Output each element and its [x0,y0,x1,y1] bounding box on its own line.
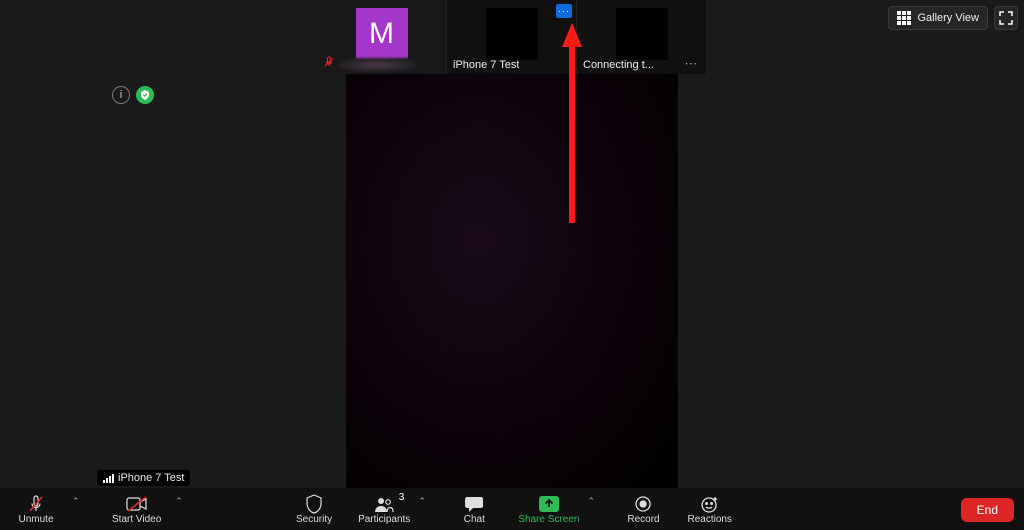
gallery-view-label: Gallery View [917,12,979,24]
thumbnail-label: Connecting t... [583,59,654,71]
security-label: Security [296,514,332,525]
active-speaker-video[interactable] [346,74,678,490]
unmute-button[interactable]: Unmute [14,494,58,525]
signal-icon [103,473,114,483]
video-off-placeholder [616,8,668,60]
thumbnail-participant-1[interactable]: M [317,0,447,74]
participants-button[interactable]: 3 Participants [358,494,410,525]
participant-name-redacted [337,58,417,72]
reactions-button[interactable]: Reactions [687,494,731,525]
reactions-icon [700,494,720,514]
participants-icon [373,494,395,514]
start-video-button[interactable]: Start Video [112,494,161,525]
unmute-label: Unmute [18,514,53,525]
active-speaker-name: iPhone 7 Test [118,472,184,484]
grid-icon [897,11,911,25]
meeting-toolbar: Unmute ⌃ Start Video ⌃ Security 3 Partic… [0,488,1024,530]
meeting-status-icons: i [112,86,154,104]
video-off-placeholder [486,8,538,60]
mic-muted-icon [26,494,46,514]
audio-options-caret[interactable]: ⌃ [72,496,82,507]
share-screen-button[interactable]: Share Screen [518,494,579,525]
camera-off-icon [126,494,148,514]
reactions-label: Reactions [687,514,731,525]
connecting-dots-icon: ∙∙∙ [685,56,698,70]
share-screen-icon [538,494,560,514]
chat-icon [464,494,484,514]
gallery-view-button[interactable]: Gallery View [888,6,988,30]
start-video-label: Start Video [112,514,161,525]
video-options-caret[interactable]: ⌃ [175,496,185,507]
chat-label: Chat [464,514,485,525]
fullscreen-icon [999,11,1013,25]
active-speaker-label: iPhone 7 Test [97,470,190,486]
participant-thumbnails: M ··· iPhone 7 Test Connecting t... ∙∙∙ [317,0,707,74]
thumbnail-more-menu[interactable]: ··· [556,4,572,18]
record-button[interactable]: Record [621,494,665,525]
participants-options-caret[interactable]: ⌃ [418,496,428,507]
participants-label: Participants [358,514,410,525]
end-meeting-button[interactable]: End [961,498,1014,522]
thumbnail-label: iPhone 7 Test [453,59,519,71]
avatar: M [356,8,408,60]
thumbnail-participant-2[interactable]: ··· iPhone 7 Test [447,0,577,74]
info-icon[interactable]: i [112,86,130,104]
security-button[interactable]: Security [292,494,336,525]
mic-muted-icon [323,56,335,71]
record-label: Record [627,514,659,525]
chat-button[interactable]: Chat [452,494,496,525]
fullscreen-button[interactable] [994,6,1018,30]
shield-icon [305,494,323,514]
participants-count: 3 [399,492,405,503]
share-screen-label: Share Screen [518,514,579,525]
thumbnail-participant-3[interactable]: Connecting t... ∙∙∙ [577,0,707,74]
share-options-caret[interactable]: ⌃ [587,496,597,507]
record-icon [634,494,652,514]
shield-icon[interactable] [136,86,154,104]
